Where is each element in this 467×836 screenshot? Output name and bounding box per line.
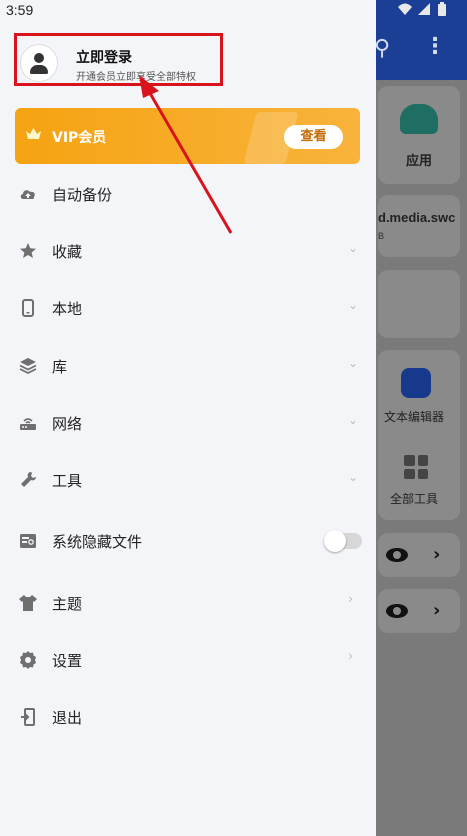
background-file-name: d.media.swc	[378, 210, 456, 225]
menu-item-local[interactable]: 本地 ⌄	[0, 288, 376, 328]
background-empty-card	[378, 270, 460, 338]
tshirt-icon	[19, 595, 37, 611]
menu-label: 工具	[52, 472, 83, 490]
vip-banner[interactable]: VIP会员 查看	[15, 108, 360, 164]
annotation-highlight-box	[14, 33, 223, 86]
status-time: 3:59	[6, 2, 34, 18]
menu-item-tools[interactable]: 工具 ⌄	[0, 460, 376, 500]
menu-label: 退出	[52, 709, 83, 727]
menu-label: 自动备份	[52, 186, 113, 204]
status-icons	[396, 1, 458, 23]
chevron-down-icon[interactable]: ⌄	[348, 470, 358, 484]
more-vert-icon: ⋮	[424, 34, 446, 59]
chevron-right-icon[interactable]: ›	[348, 592, 353, 607]
phone-icon	[22, 299, 34, 317]
wifi-signal-battery-icon	[398, 2, 446, 16]
wrench-icon	[21, 472, 36, 487]
cloud-upload-icon	[20, 190, 35, 199]
menu-item-settings[interactable]: 设置 ›	[0, 640, 376, 680]
chevron-down-icon[interactable]: ⌄	[348, 298, 358, 312]
menu-item-network[interactable]: 网络 ⌄	[0, 403, 376, 443]
menu-item-exit[interactable]: 退出	[0, 697, 376, 737]
eye-icon	[386, 548, 408, 562]
chevron-right-icon[interactable]: ›	[348, 649, 353, 664]
background-editor-label: 文本编辑器	[384, 410, 445, 424]
menu-label: 网络	[52, 415, 83, 433]
background-app-card	[378, 86, 460, 184]
menu-item-library[interactable]: 库 ⌄	[0, 346, 376, 386]
star-icon	[20, 243, 36, 258]
toggle-knob	[324, 530, 346, 552]
menu-item-auto-backup[interactable]: 自动备份	[0, 174, 376, 214]
menu-item-hidden-files[interactable]: 系统隐藏文件	[0, 521, 376, 561]
chevron-down-icon[interactable]: ⌄	[348, 356, 358, 370]
vip-label: VIP会员	[52, 130, 107, 146]
menu-label: 库	[52, 358, 68, 376]
text-editor-icon	[401, 368, 431, 398]
menu-label: 本地	[52, 300, 83, 318]
exit-icon	[21, 708, 35, 726]
chevron-down-icon[interactable]: ⌄	[348, 413, 358, 427]
search-icon: ⚲	[374, 36, 391, 61]
menu-item-theme[interactable]: 主题 ›	[0, 583, 376, 623]
router-icon	[20, 418, 36, 430]
status-bar: 3:59	[0, 0, 467, 22]
crown-icon	[26, 128, 41, 139]
background-topbar-icons: ⚲ ⋮	[372, 34, 467, 66]
hidden-files-toggle[interactable]	[324, 530, 362, 552]
vip-view-button[interactable]: 查看	[284, 125, 343, 149]
android-icon	[400, 104, 438, 134]
chevron-down-icon[interactable]: ⌄	[348, 241, 358, 255]
menu-label: 系统隐藏文件	[52, 533, 143, 551]
grid-icon	[404, 455, 428, 479]
chevron-right-icon: ›	[433, 544, 441, 565]
background-file-card	[378, 195, 460, 257]
navigation-drawer: 立即登录 开通会员立即享受全部特权 VIP会员 查看 自动备份 收藏 ⌄ 本地 …	[0, 0, 376, 836]
menu-item-favorites[interactable]: 收藏 ⌄	[0, 231, 376, 271]
eye-icon	[386, 604, 408, 618]
menu-label: 设置	[52, 652, 83, 670]
chevron-right-icon: ›	[433, 600, 441, 621]
background-file-size: B	[378, 231, 385, 241]
background-tools-label: 全部工具	[390, 492, 439, 506]
menu-label: 主题	[52, 595, 83, 613]
hidden-files-icon	[20, 534, 36, 548]
background-app-label: 应用	[406, 153, 433, 168]
gear-icon	[20, 651, 36, 669]
menu-label: 收藏	[52, 243, 83, 261]
layers-icon	[19, 358, 37, 375]
